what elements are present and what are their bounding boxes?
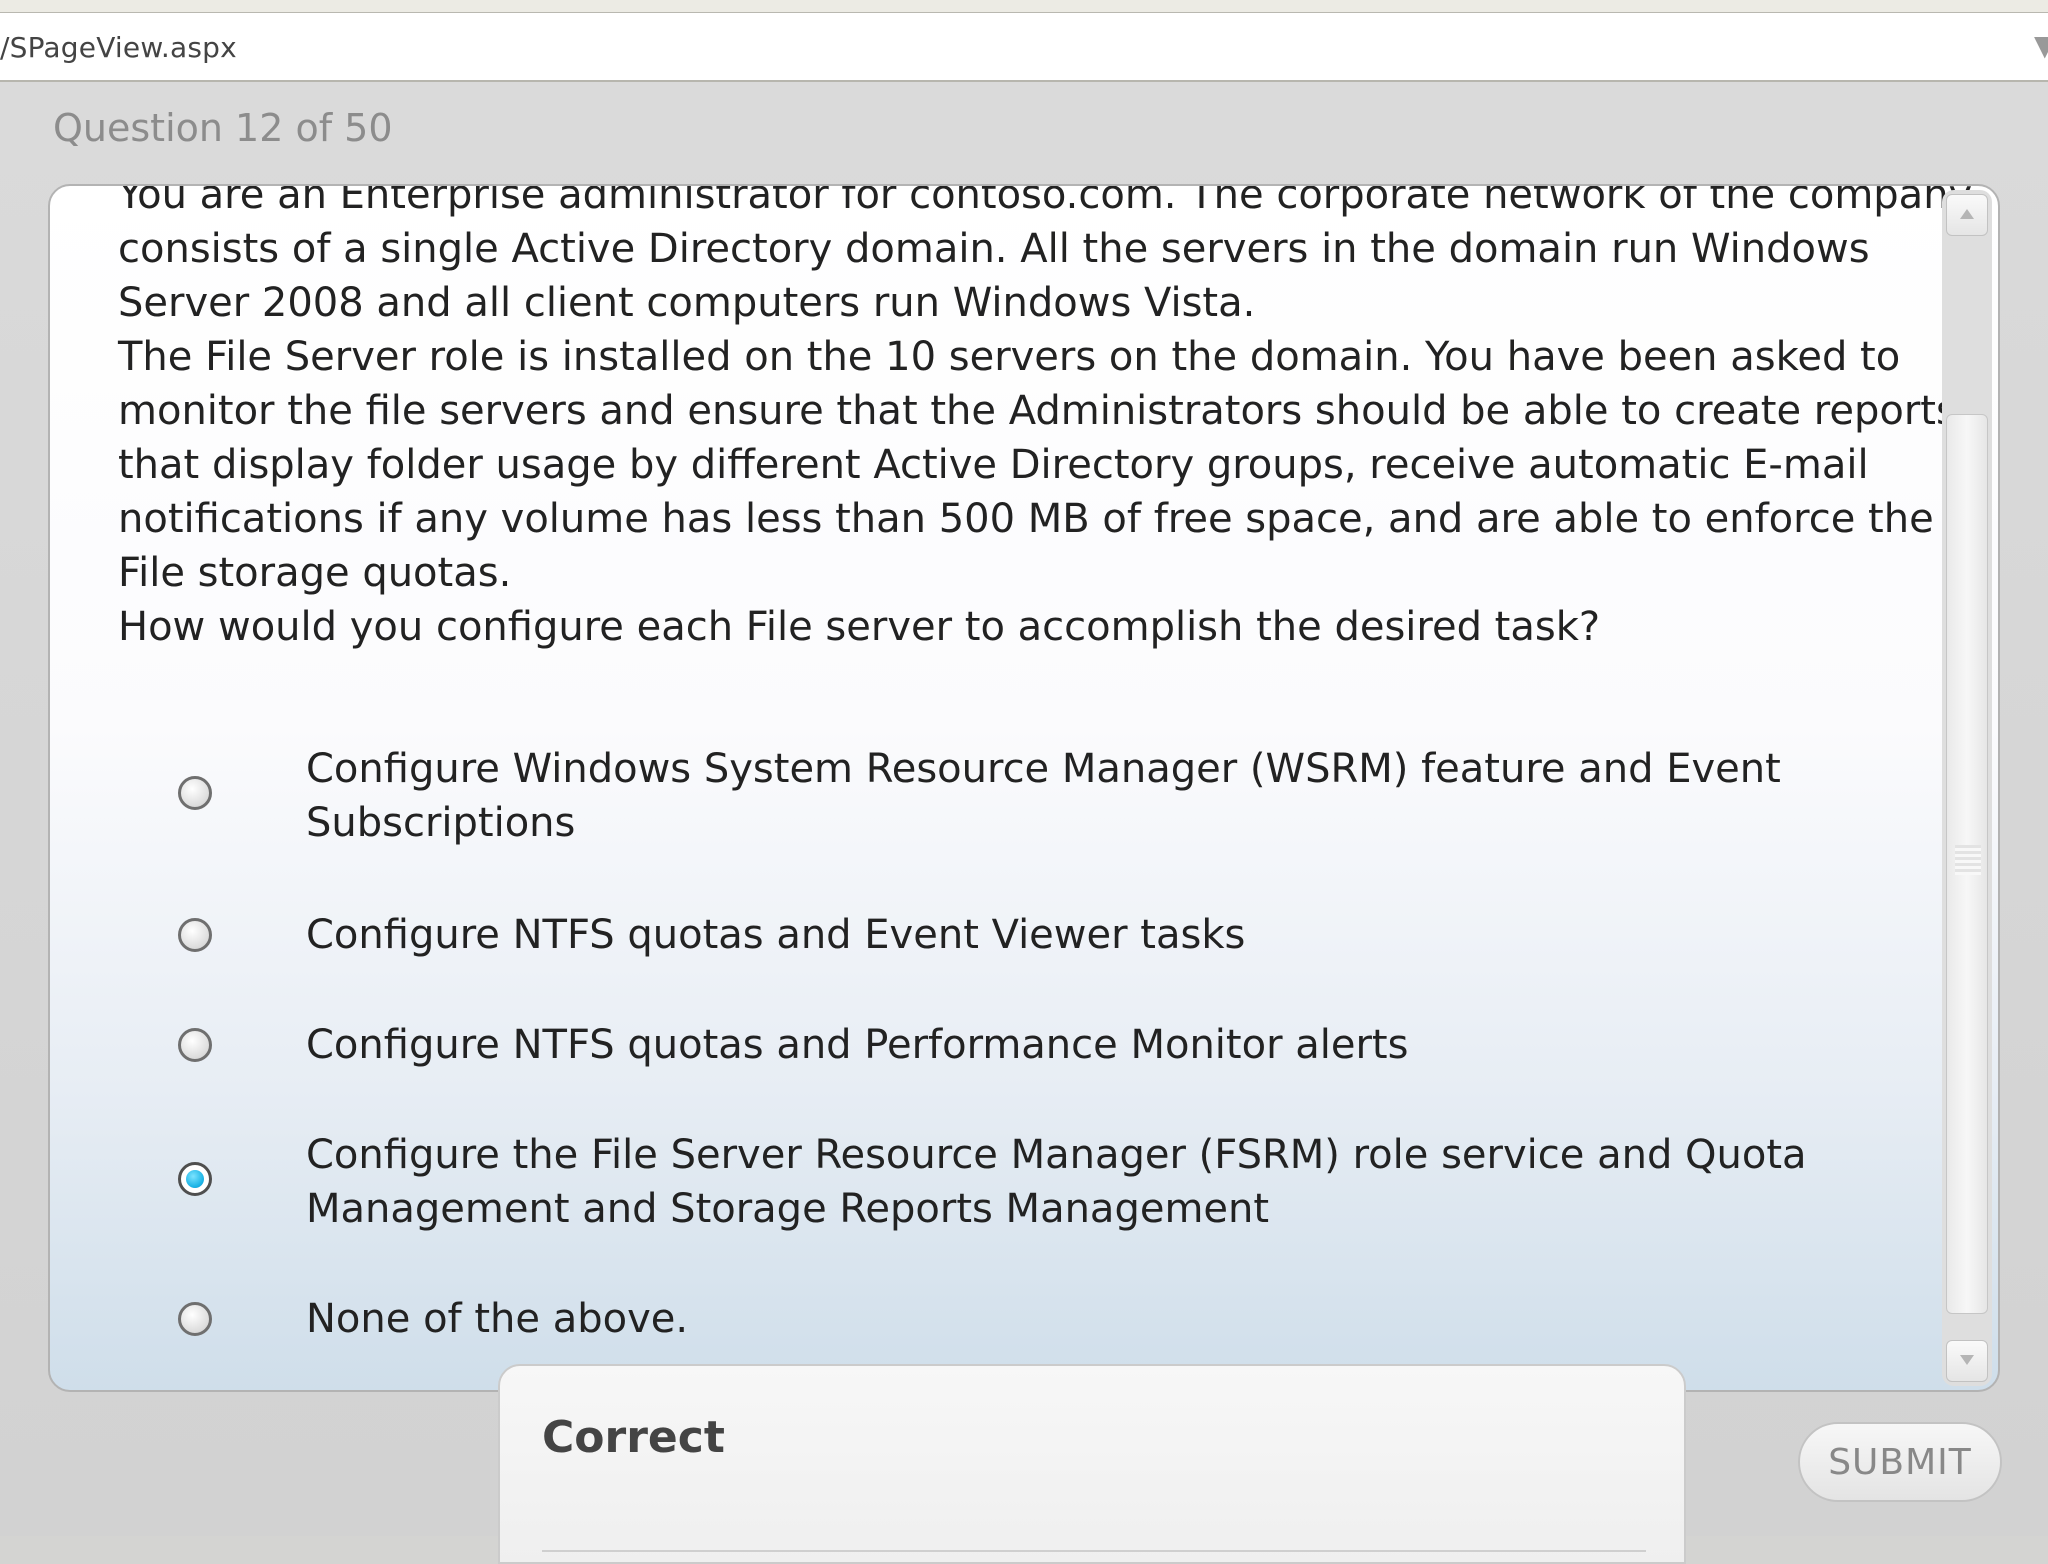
answer-option-label: Configure NTFS quotas and Performance Mo… [306, 1022, 1409, 1068]
feedback-title: Correct [542, 1412, 725, 1463]
dropdown-arrow-icon[interactable]: ▼ [2034, 31, 2048, 61]
radio-button[interactable] [178, 1028, 212, 1062]
question-text: You are an Enterprise administrator for … [118, 184, 1973, 650]
radio-button[interactable] [178, 1302, 212, 1336]
scroll-up-button[interactable] [1946, 194, 1988, 236]
answer-option-label: None of the above. [306, 1296, 689, 1342]
feedback-divider [542, 1550, 1646, 1552]
address-text: /SPageView.aspx [0, 31, 237, 64]
submit-button[interactable]: SUBMIT [1798, 1422, 2002, 1502]
question-content: You are an Enterprise administrator for … [118, 184, 1978, 654]
chevron-down-icon [1960, 1355, 1974, 1365]
scrollbar-grip [1955, 845, 1981, 875]
answer-option-label: Configure Windows System Resource Manage… [306, 746, 1781, 846]
question-panel: You are an Enterprise administrator for … [48, 184, 2000, 1392]
radio-button[interactable] [178, 776, 212, 810]
answer-option-label: Configure the File Server Resource Manag… [306, 1132, 1807, 1232]
answer-option-label: Configure NTFS quotas and Event Viewer t… [306, 912, 1246, 958]
scrollbar-thumb[interactable] [1946, 414, 1988, 1314]
chevron-up-icon [1960, 209, 1974, 219]
quiz-page: Question 12 of 50 You are an Enterprise … [0, 82, 2048, 1564]
address-bar[interactable]: /SPageView.aspx ▼ [0, 12, 2048, 82]
question-number: Question 12 of 50 [53, 106, 393, 150]
radio-button-selected[interactable] [178, 1162, 212, 1196]
feedback-popup: Correct [498, 1364, 1686, 1564]
scroll-down-button[interactable] [1946, 1340, 1988, 1382]
radio-button[interactable] [178, 918, 212, 952]
